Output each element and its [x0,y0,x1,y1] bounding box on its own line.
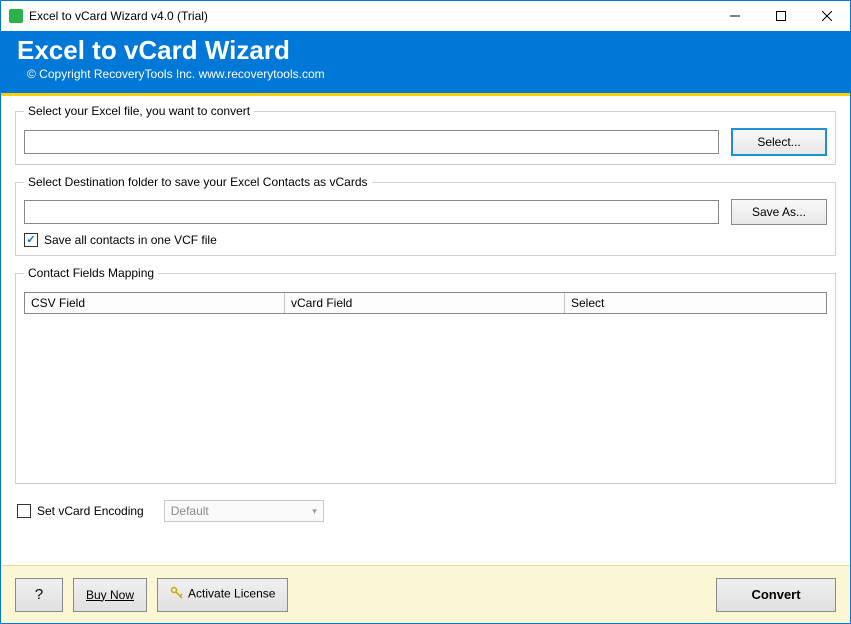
column-select[interactable]: Select [565,293,826,313]
mapping-legend: Contact Fields Mapping [24,266,158,280]
mapping-grid-header: CSV Field vCard Field Select [24,292,827,314]
window-controls [712,1,850,31]
one-vcf-option[interactable]: Save all contacts in one VCF file [24,233,827,247]
maximize-icon [776,11,786,21]
encoding-label: Set vCard Encoding [37,504,144,518]
activate-license-button[interactable]: Activate License [157,578,288,612]
close-icon [822,11,832,21]
source-path-input[interactable] [24,130,719,154]
encoding-checkbox[interactable] [17,504,31,518]
encoding-combo-value: Default [171,504,209,518]
select-file-button[interactable]: Select... [731,128,827,156]
app-icon [9,9,23,23]
destination-path-input[interactable] [24,200,719,224]
encoding-combo[interactable]: Default ▾ [164,500,324,522]
destination-legend: Select Destination folder to save your E… [24,175,372,189]
activate-label: Activate License [188,587,275,601]
app-title: Excel to vCard Wizard [17,35,834,66]
column-vcard-field[interactable]: vCard Field [285,293,565,313]
destination-group: Select Destination folder to save your E… [15,175,836,256]
copyright-text: © Copyright RecoveryTools Inc. www.recov… [17,67,834,81]
minimize-button[interactable] [712,1,758,31]
encoding-row: Set vCard Encoding Default ▾ [15,494,836,536]
one-vcf-checkbox[interactable] [24,233,38,247]
source-legend: Select your Excel file, you want to conv… [24,104,254,118]
save-as-button[interactable]: Save As... [731,199,827,225]
app-header: Excel to vCard Wizard © Copyright Recove… [1,31,850,96]
footer-bar: ? Buy Now Activate License Convert [1,565,850,623]
encoding-option[interactable]: Set vCard Encoding [17,504,144,518]
content-area: Select your Excel file, you want to conv… [1,96,850,536]
titlebar: Excel to vCard Wizard v4.0 (Trial) [1,1,850,31]
buy-now-button[interactable]: Buy Now [73,578,147,612]
source-file-group: Select your Excel file, you want to conv… [15,104,836,165]
window-title: Excel to vCard Wizard v4.0 (Trial) [29,9,712,23]
chevron-down-icon: ▾ [312,506,317,517]
convert-button[interactable]: Convert [716,578,836,612]
key-icon [170,586,184,603]
column-csv-field[interactable]: CSV Field [25,293,285,313]
mapping-group: Contact Fields Mapping CSV Field vCard F… [15,266,836,484]
minimize-icon [730,11,740,21]
close-button[interactable] [804,1,850,31]
maximize-button[interactable] [758,1,804,31]
help-button[interactable]: ? [15,578,63,612]
buy-now-label: Buy Now [86,588,134,602]
one-vcf-label: Save all contacts in one VCF file [44,233,217,247]
